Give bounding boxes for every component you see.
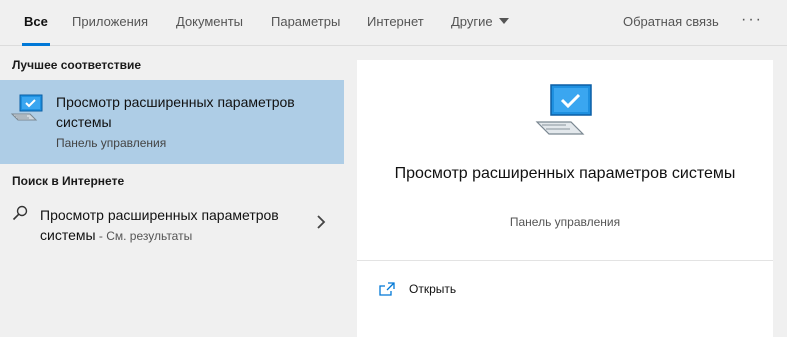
web-search-result[interactable]: Просмотр расширенных параметров системы …	[0, 197, 344, 253]
divider	[357, 260, 773, 261]
web-result-suffix: - См. результаты	[95, 229, 193, 243]
search-filter-tabs: Все Приложения Документы Параметры Интер…	[0, 0, 787, 46]
results-list: Лучшее соответствие Просмотр расширенных…	[0, 47, 344, 337]
web-result-title: Просмотр расширенных параметров системы …	[40, 205, 310, 246]
tab-apps[interactable]: Приложения	[72, 0, 148, 46]
chevron-right-icon[interactable]	[316, 215, 326, 229]
tab-other[interactable]: Другие	[451, 0, 509, 46]
search-icon	[12, 205, 28, 221]
best-match-result[interactable]: Просмотр расширенных параметров системы …	[0, 80, 344, 164]
open-action-label: Открыть	[409, 282, 457, 296]
tab-internet[interactable]: Интернет	[367, 0, 424, 46]
preview-subtitle: Панель управления	[509, 215, 621, 229]
open-icon	[379, 282, 395, 296]
feedback-button[interactable]: Обратная связь	[623, 0, 719, 46]
best-match-header: Лучшее соответствие	[12, 58, 142, 72]
computer-check-icon	[535, 84, 592, 135]
best-match-subtitle: Панель управления	[56, 136, 167, 150]
preview-pane: Просмотр расширенных параметров системы …	[357, 60, 773, 337]
tab-settings[interactable]: Параметры	[271, 0, 340, 46]
tab-other-label: Другие	[451, 14, 493, 29]
preview-title: Просмотр расширенных параметров системы	[394, 165, 736, 182]
web-search-header: Поиск в Интернете	[12, 174, 125, 188]
tab-all[interactable]: Все	[22, 0, 50, 46]
computer-check-icon	[10, 94, 43, 121]
best-match-title: Просмотр расширенных параметров системы	[56, 94, 295, 130]
tab-documents[interactable]: Документы	[176, 0, 243, 46]
chevron-down-icon	[498, 18, 509, 24]
more-options-button[interactable]: ···	[741, 0, 763, 44]
